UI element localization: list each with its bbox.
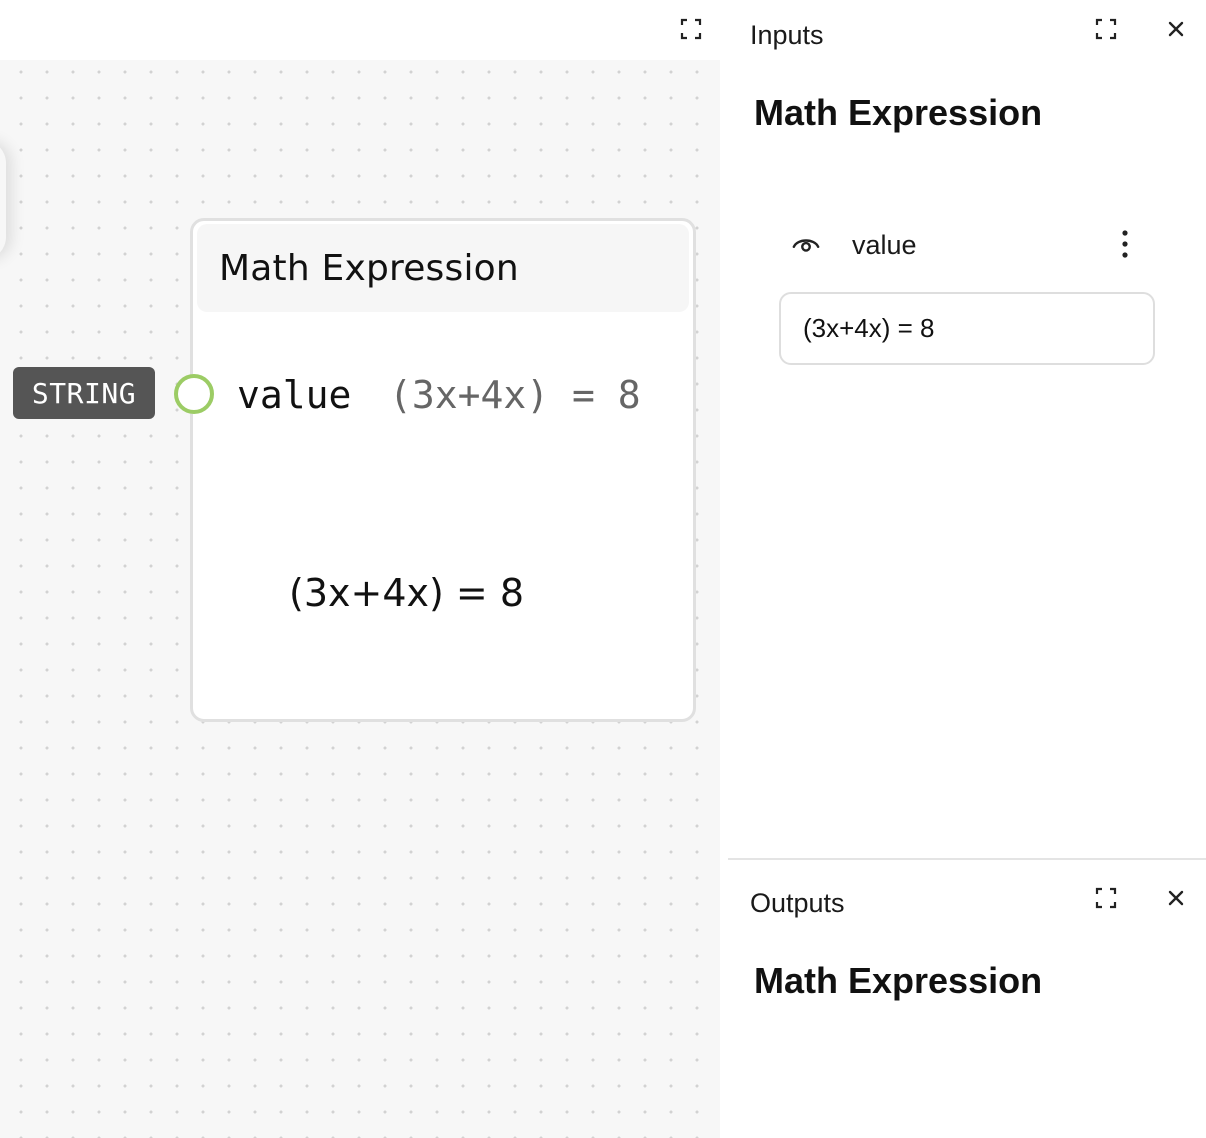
visibility-toggle[interactable] xyxy=(792,230,820,258)
inputs-panel: Inputs Math Expression value xyxy=(728,0,1206,858)
canvas-fullscreen-button[interactable] xyxy=(677,15,705,43)
inputs-close-button[interactable] xyxy=(1162,15,1190,43)
close-icon xyxy=(1168,890,1184,906)
field-more-options-button[interactable] xyxy=(1111,230,1139,258)
fullscreen-icon xyxy=(680,18,702,40)
offscreen-node-edge xyxy=(0,140,6,260)
fullscreen-icon xyxy=(1095,18,1117,40)
node-port-row: value (3x+4x) = 8 xyxy=(193,371,693,421)
port-type-badge: STRING xyxy=(13,367,155,419)
input-port-handle[interactable] xyxy=(174,374,214,414)
app-root: STRING Math Expression value (3x+4x) = 8… xyxy=(0,0,1206,1138)
input-field-label: value xyxy=(852,230,917,260)
outputs-panel-title: Math Expression xyxy=(754,960,1043,1001)
node-preview-output: (3x+4x) = 8 xyxy=(289,571,524,615)
input-field-row: value xyxy=(790,226,1150,266)
eye-icon xyxy=(792,239,820,252)
value-input[interactable] xyxy=(779,292,1155,365)
node-title: Math Expression xyxy=(219,248,519,289)
inputs-panel-heading: Inputs xyxy=(750,20,824,50)
inputs-fullscreen-button[interactable] xyxy=(1092,15,1120,43)
more-vertical-icon xyxy=(1122,230,1128,258)
node-header[interactable]: Math Expression xyxy=(197,224,689,312)
fullscreen-icon xyxy=(1095,887,1117,909)
math-expression-node[interactable]: Math Expression value (3x+4x) = 8 (3x+4x… xyxy=(190,218,696,722)
outputs-panel: Outputs Math Expression xyxy=(728,860,1206,1138)
port-label: value xyxy=(237,373,352,417)
outputs-close-button[interactable] xyxy=(1162,884,1190,912)
inputs-panel-title: Math Expression xyxy=(754,92,1043,133)
outputs-fullscreen-button[interactable] xyxy=(1092,884,1120,912)
close-icon xyxy=(1168,21,1184,37)
outputs-panel-heading: Outputs xyxy=(750,888,845,918)
port-value: (3x+4x) = 8 xyxy=(389,373,641,417)
canvas-toolbar xyxy=(0,0,720,60)
